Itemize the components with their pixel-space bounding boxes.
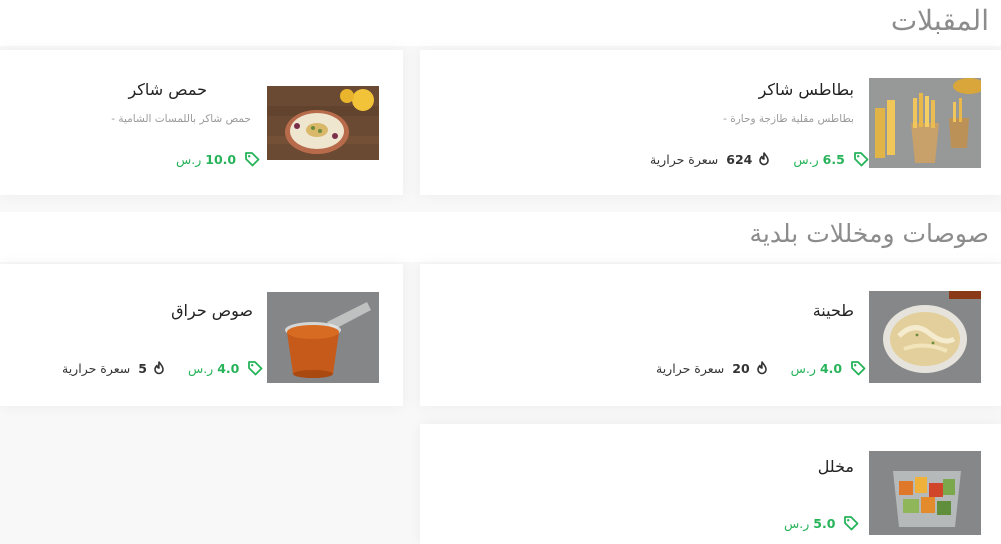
price-currency: ر.س [790, 360, 816, 376]
section-title-appetizers: المقبلات [890, 4, 989, 37]
pickles-image [869, 451, 981, 535]
item-name: مخلل [817, 457, 854, 476]
calories-value: 624 [726, 151, 753, 167]
item-meta: سعرة حرارية 5 ر.س 4.0 [62, 357, 263, 379]
calories-value: 5 [138, 360, 147, 376]
flame-icon [757, 152, 771, 166]
calories: سعرة حرارية 5 [62, 361, 188, 376]
price: ر.س 4.0 [791, 360, 866, 376]
calories-unit: سعرة حرارية [656, 360, 725, 376]
hot-sauce-image [267, 292, 379, 383]
hummus-image [267, 86, 379, 160]
price-currency: ر.س [784, 515, 810, 531]
price-value: 4.0 [819, 360, 843, 376]
section-header-band [0, 0, 1001, 46]
price-currency: ر.س [793, 151, 819, 167]
calories-unit: سعرة حرارية [62, 360, 131, 376]
item-name: صوص حراق [171, 301, 253, 320]
fries-image [869, 78, 981, 168]
item-meta: سعرة حرارية 624 ر.س 6.5 [650, 148, 869, 170]
menu-item-card[interactable]: حمص شاكر حمص شاكر باللمسات الشامية - ر.س… [0, 50, 403, 195]
flame-icon [755, 361, 769, 375]
price: ر.س 10.0 [176, 151, 260, 167]
item-name: حمص شاكر [128, 80, 207, 99]
price-tag-icon [850, 360, 866, 376]
price-tag-icon [853, 151, 869, 167]
item-description: بطاطس مقلية طازجة وحارة - [723, 113, 854, 125]
item-meta: ر.س 10.0 [176, 148, 260, 170]
price-value: 10.0 [205, 151, 237, 167]
price: ر.س 4.0 [188, 360, 263, 376]
menu-item-card[interactable]: مخلل ر.س 5.0 [420, 424, 1001, 544]
calories-unit: سعرة حرارية [650, 151, 719, 167]
price-currency: ر.س [187, 360, 214, 376]
menu-item-card[interactable]: طحينة سعرة حرارية 20 ر.س 4.0 [420, 264, 1001, 406]
price-currency: ر.س [176, 151, 202, 167]
calories: سعرة حرارية 624 [650, 152, 793, 167]
flame-icon [152, 361, 166, 375]
price-value: 4.0 [217, 360, 240, 376]
item-meta: ر.س 5.0 [784, 512, 859, 534]
menu-item-card[interactable]: بطاطس شاكر بطاطس مقلية طازجة وحارة - سعر… [420, 50, 1001, 195]
price: ر.س 5.0 [784, 515, 859, 531]
item-description: حمص شاكر باللمسات الشامية - [111, 113, 251, 125]
calories: سعرة حرارية 20 [656, 361, 791, 376]
item-name: بطاطس شاكر [758, 80, 854, 99]
price-tag-icon [247, 360, 263, 376]
price-value: 6.5 [822, 151, 845, 167]
price-tag-icon [843, 515, 859, 531]
price-tag-icon [244, 151, 260, 167]
item-name: طحينة [812, 301, 854, 320]
calories-value: 20 [732, 360, 750, 376]
price: ر.س 6.5 [793, 151, 869, 167]
tahini-image [869, 291, 981, 383]
section-title-sauces-pickles: صوصات ومخللات بلدية [749, 219, 989, 248]
price-value: 5.0 [813, 515, 836, 531]
menu-item-card[interactable]: صوص حراق سعرة حرارية 5 ر.س 4.0 [0, 264, 403, 406]
item-meta: سعرة حرارية 20 ر.س 4.0 [656, 357, 866, 379]
